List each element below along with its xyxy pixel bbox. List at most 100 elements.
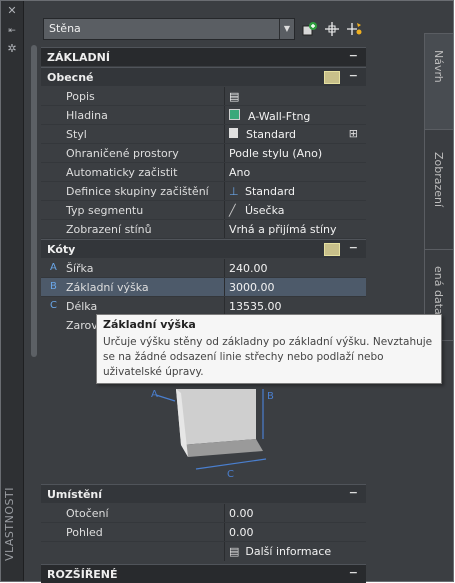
collapse-icon[interactable]: − xyxy=(349,486,358,499)
palette-tabs: Návrh Zobrazení ená data xyxy=(423,15,453,581)
tab-label: ená data xyxy=(432,266,445,315)
quick-select-icon[interactable] xyxy=(345,21,363,39)
column-divider xyxy=(224,87,225,106)
collapse-icon[interactable]: − xyxy=(349,69,358,82)
property-value: Úsečka xyxy=(245,204,285,217)
wall-style-icon xyxy=(229,128,238,138)
quick-select-icon[interactable] xyxy=(324,71,340,84)
property-value-wrap: A-Wall-Ftng xyxy=(229,109,310,123)
property-row-sirka[interactable]: A Šířka 240.00 xyxy=(41,259,366,278)
property-row-pohled[interactable]: Pohled 0.00 xyxy=(41,523,366,542)
property-label: Ohraničené prostory xyxy=(66,147,179,160)
column-divider xyxy=(224,504,225,523)
property-label: Pohled xyxy=(66,526,103,539)
column-divider xyxy=(224,278,225,297)
property-value: Ano xyxy=(229,166,251,179)
line-segment-icon: ╱ xyxy=(229,204,236,217)
column-divider xyxy=(224,125,225,144)
section-label: Kóty xyxy=(47,243,76,256)
property-label: Hladina xyxy=(66,109,108,122)
column-divider xyxy=(224,523,225,542)
chevron-down-icon[interactable]: ▼ xyxy=(279,19,294,39)
tab-zobrazeni[interactable]: Zobrazení xyxy=(424,129,453,251)
settings-icon[interactable]: ✲ xyxy=(5,43,19,55)
description-icon[interactable]: ▤ xyxy=(229,90,239,103)
property-value: A-Wall-Ftng xyxy=(248,110,311,123)
properties-palette: ✕ ⇤ ✲ VLASTNOSTI Stěna ▼ ZÁKLADNÍ − Obec… xyxy=(0,0,454,583)
property-value: 0.00 xyxy=(229,526,254,539)
property-label: Základní výška xyxy=(66,281,149,294)
column-divider xyxy=(224,182,225,201)
quick-select-icon[interactable] xyxy=(324,243,340,256)
property-label: Otočení xyxy=(66,507,109,520)
collapse-icon[interactable]: − xyxy=(349,49,358,62)
section-label: ZÁKLADNÍ xyxy=(47,51,110,64)
property-row-ohranicene[interactable]: Ohraničené prostory Podle stylu (Ano) xyxy=(41,144,366,163)
property-label: Popis xyxy=(66,90,95,103)
property-value: Podle stylu (Ano) xyxy=(229,147,323,160)
property-row-popis[interactable]: Popis ▤ xyxy=(41,87,366,106)
collapse-icon[interactable]: − xyxy=(349,566,358,579)
section-umisteni[interactable]: Umístění − xyxy=(41,484,366,503)
section-label: Obecné xyxy=(47,71,94,84)
property-value-wrap: ╱ Úsečka xyxy=(229,204,285,217)
property-value: 3000.00 xyxy=(229,281,275,294)
property-tooltip: Základní výška Určuje výšku stěny od zák… xyxy=(96,314,442,384)
info-icon: ▤ xyxy=(229,545,240,558)
diagram-label-b: B xyxy=(267,391,274,402)
property-label: Typ segmentu xyxy=(66,204,144,217)
property-row-styl[interactable]: Styl Standard ⊞ xyxy=(41,125,366,144)
diagram-label-a: A xyxy=(151,389,158,400)
property-value-wrap: ⊥ Standard xyxy=(229,185,295,198)
property-row-typ-segmentu[interactable]: Typ segmentu ╱ Úsečka xyxy=(41,201,366,220)
add-selected-icon[interactable] xyxy=(301,21,319,39)
section-koty[interactable]: Kóty − xyxy=(41,239,366,258)
collapse-icon[interactable]: − xyxy=(349,241,358,254)
column-divider xyxy=(224,542,225,561)
more-info-link[interactable]: ▤ Další informace xyxy=(229,545,331,558)
property-label: Automaticky začistit xyxy=(66,166,178,179)
tooltip-description: Určuje výšku stěny od základny po základ… xyxy=(103,336,433,378)
column-divider xyxy=(224,106,225,125)
cleanup-group-icon: ⊥ xyxy=(229,185,239,198)
select-objects-icon[interactable] xyxy=(323,21,341,39)
wall-dimension-diagram: A B C xyxy=(151,389,274,480)
property-label: Styl xyxy=(66,128,87,141)
scrollbar-thumb[interactable] xyxy=(31,45,37,357)
property-row-otoceni[interactable]: Otočení 0.00 xyxy=(41,504,366,523)
property-label: Zarov xyxy=(66,319,98,332)
autohide-icon[interactable]: ⇤ xyxy=(5,25,19,37)
section-rozsirene[interactable]: ROZŠÍŘENÉ − xyxy=(41,564,366,583)
column-divider xyxy=(224,201,225,220)
tab-navrh[interactable]: Návrh xyxy=(424,33,453,131)
section-label: ROZŠÍŘENÉ xyxy=(47,568,118,581)
section-zakladni[interactable]: ZÁKLADNÍ − xyxy=(41,47,366,66)
property-label: Délka xyxy=(66,300,98,313)
tab-label: Návrh xyxy=(432,50,445,83)
property-row-zakladni-vyska[interactable]: B Základní výška 3000.00 xyxy=(41,278,366,297)
close-icon[interactable]: ✕ xyxy=(5,5,19,17)
property-row-zobrazeni-stinu[interactable]: Zobrazení stínů Vrhá a přijímá stíny xyxy=(41,220,366,239)
more-info-label: Další informace xyxy=(245,545,332,558)
property-row-automaticky[interactable]: Automaticky začistit Ano xyxy=(41,163,366,182)
column-divider xyxy=(224,259,225,278)
tab-label: Zobrazení xyxy=(432,152,445,208)
column-divider xyxy=(224,144,225,163)
palette-title-strip: ✕ ⇤ ✲ VLASTNOSTI xyxy=(1,1,24,581)
column-divider xyxy=(224,220,225,239)
property-value: Vrhá a přijímá stíny xyxy=(229,223,337,236)
object-type-select[interactable]: Stěna ▼ xyxy=(43,18,295,40)
dimension-key: A xyxy=(50,262,57,273)
toolbar: Stěna ▼ xyxy=(31,9,376,43)
property-label: Zobrazení stínů xyxy=(66,223,152,236)
property-row-hladina[interactable]: Hladina A-Wall-Ftng xyxy=(41,106,366,125)
property-row-definice[interactable]: Definice skupiny začištění ⊥ Standard xyxy=(41,182,366,201)
palette-title: VLASTNOSTI xyxy=(3,487,16,561)
style-browser-icon[interactable]: ⊞ xyxy=(349,127,358,140)
more-info-row[interactable]: ▤ Další informace xyxy=(41,542,366,561)
dimension-key: C xyxy=(50,300,57,311)
property-label: Definice skupiny začištění xyxy=(66,185,209,198)
section-obecne[interactable]: Obecné − xyxy=(41,67,366,86)
tooltip-title: Základní výška xyxy=(103,318,196,331)
property-value: Standard xyxy=(245,185,296,198)
